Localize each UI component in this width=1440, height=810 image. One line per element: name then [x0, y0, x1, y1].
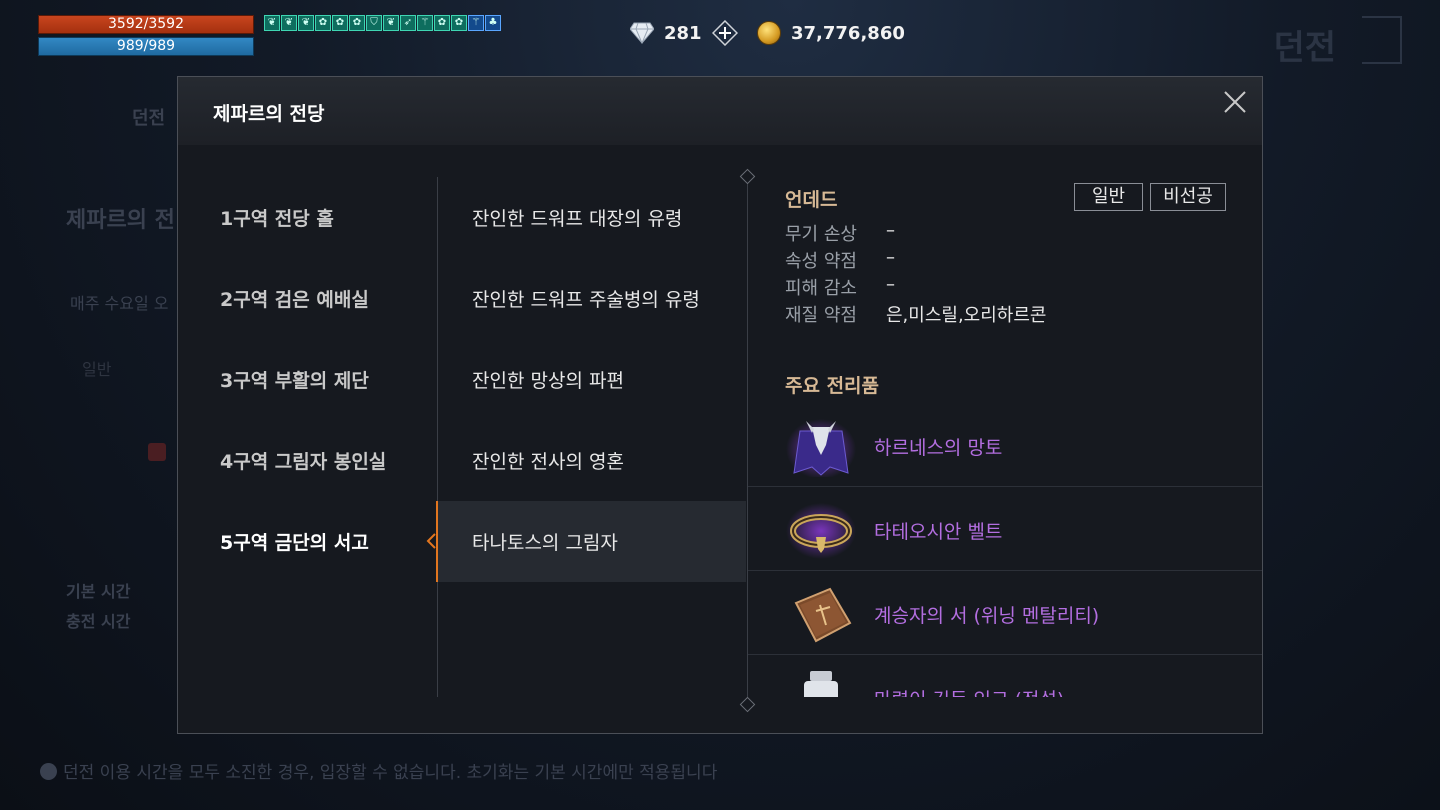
- boss-label: 잔인한 드워프 주술병의 유령: [472, 289, 700, 311]
- modal-title: 제파르의 전당: [213, 103, 325, 125]
- drops-title: 주요 전리품: [785, 375, 880, 397]
- drop-item[interactable]: 계승자의 서 (위닝 멘탈리티): [748, 571, 1262, 655]
- hp-bar: 3592/3592: [38, 15, 254, 34]
- boss-item[interactable]: 잔인한 드워프 대장의 유령: [438, 177, 746, 258]
- background-mode: 일반: [82, 360, 112, 379]
- zone-item[interactable]: 5구역 금단의 서고: [178, 501, 436, 582]
- leaf-icon: ❦: [298, 15, 314, 31]
- boss-detail-panel: 언데드 일반 비선공 무기 손상 – 속성 약점 – 피해 감소 – 재질 약점…: [748, 177, 1262, 697]
- background-title: 던전: [1273, 28, 1336, 68]
- boss-label: 잔인한 망상의 파편: [472, 370, 624, 392]
- flower-icon: ✿: [434, 15, 450, 31]
- drop-item[interactable]: 타테오시안 벨트: [748, 487, 1262, 571]
- zone-label: 5구역 금단의 서고: [220, 532, 369, 554]
- boss-label: 잔인한 드워프 대장의 유령: [472, 208, 683, 230]
- boss-item[interactable]: 잔인한 전사의 영혼: [438, 420, 746, 501]
- zone-item[interactable]: 3구역 부활의 제단: [178, 339, 436, 420]
- stat-value: –: [886, 274, 895, 295]
- zone-label: 2구역 검은 예배실: [220, 289, 369, 311]
- flower-icon: ✿: [349, 15, 365, 31]
- boss-label: 잔인한 전사의 영혼: [472, 451, 624, 473]
- gold-currency: 37,776,860: [757, 18, 905, 48]
- flower-icon: ✿: [315, 15, 331, 31]
- close-icon[interactable]: [1222, 89, 1248, 115]
- background-weekly: 매주 수요일 오: [70, 294, 169, 313]
- selected-arrow-icon: [426, 533, 436, 549]
- boss-label: 타나토스의 그림자: [472, 532, 618, 554]
- boss-list: 잔인한 드워프 대장의 유령잔인한 드워프 주술병의 유령잔인한 망상의 파편잔…: [436, 177, 746, 582]
- gem-count: 281: [664, 22, 702, 44]
- divider-ornament: [739, 696, 756, 713]
- monster-type: 언데드: [785, 189, 838, 211]
- background-charge-time: 충전 시간: [66, 612, 131, 631]
- modal-header: 제파르의 전당: [178, 77, 1262, 145]
- boss-item[interactable]: 잔인한 드워프 주술병의 유령: [438, 258, 746, 339]
- tag-normal: 일반: [1074, 183, 1143, 211]
- boss-item[interactable]: 타나토스의 그림자: [436, 501, 746, 582]
- stat-value: –: [886, 247, 895, 268]
- zone-item[interactable]: 2구역 검은 예배실: [178, 258, 436, 339]
- background-dungeon-label: 던전: [132, 108, 166, 129]
- plus-icon: [711, 20, 738, 46]
- dungeon-info-modal: 제파르의 전당 1구역 전당 홀 2구역 검은 예배실 3구역 부활의 제단 4구역 …: [177, 76, 1263, 734]
- stat-label: 피해 감소: [785, 278, 857, 299]
- diamond-icon: [630, 22, 654, 44]
- lock-icon: [148, 443, 166, 461]
- stat-value: 은,미스릴,오리하르콘: [886, 305, 1047, 326]
- tree-icon: ♣: [485, 15, 501, 31]
- drop-item[interactable]: 마력이 깃든 잉크 (전설): [748, 655, 1262, 697]
- gem-currency: 281: [630, 18, 738, 48]
- leaf-icon: ❦: [281, 15, 297, 31]
- shield-icon: ⛉: [366, 15, 382, 31]
- info-icon: [40, 763, 57, 780]
- drop-name: 마력이 깃든 잉크 (전설): [874, 685, 1064, 697]
- zone-label: 3구역 부활의 제단: [220, 370, 369, 392]
- belt-icon: [786, 503, 856, 559]
- zone-list: 1구역 전당 홀 2구역 검은 예배실 3구역 부활의 제단 4구역 그림자 봉인실 5…: [178, 177, 436, 582]
- leaf-icon: ❦: [383, 15, 399, 31]
- zone-label: 1구역 전당 홀: [220, 208, 334, 230]
- background-note: 던전 이용 시간을 모두 소진한 경우, 입장할 수 없습니다. 초기화는 기본…: [40, 758, 717, 783]
- ink-bottle-icon: [804, 671, 838, 697]
- cloak-icon: [786, 419, 856, 477]
- tag-non-aggressive: 비선공: [1150, 183, 1226, 211]
- background-base-time: 기본 시간: [66, 582, 131, 601]
- gold-count: 37,776,860: [791, 22, 905, 44]
- zone-item[interactable]: 4구역 그림자 봉인실: [178, 420, 436, 501]
- stat-value: –: [886, 220, 895, 241]
- book-icon: [794, 587, 852, 643]
- stat-label: 재질 약점: [785, 305, 857, 326]
- add-gems-button[interactable]: [711, 20, 738, 46]
- drop-name: 하르네스의 망토: [874, 437, 1003, 459]
- leaf-icon: ❦: [264, 15, 280, 31]
- feather-icon: ➶: [400, 15, 416, 31]
- buff-list: ❦ ❦ ❦ ✿ ✿ ✿ ⛉ ❦ ➶ ⚚ ✿ ✿ ⚚ ♣: [264, 15, 504, 34]
- staff-icon: ⚚: [417, 15, 433, 31]
- flower-icon: ✿: [332, 15, 348, 31]
- drop-name: 타테오시안 벨트: [874, 521, 1003, 543]
- zone-label: 4구역 그림자 봉인실: [220, 451, 387, 473]
- background-subtitle: 제파르의 전: [66, 208, 175, 233]
- stat-label: 속성 약점: [785, 251, 857, 272]
- exit-icon[interactable]: [1362, 16, 1402, 64]
- zone-item[interactable]: 1구역 전당 홀: [178, 177, 436, 258]
- staff-icon: ⚚: [468, 15, 484, 31]
- stat-label: 무기 손상: [785, 224, 857, 245]
- boss-item[interactable]: 잔인한 망상의 파편: [438, 339, 746, 420]
- drop-name: 계승자의 서 (위닝 멘탈리티): [874, 605, 1100, 627]
- drop-item[interactable]: 하르네스의 망토: [748, 403, 1262, 487]
- flower-icon: ✿: [451, 15, 467, 31]
- gold-coin-icon: [757, 21, 781, 45]
- mp-bar: 989/989: [38, 37, 254, 56]
